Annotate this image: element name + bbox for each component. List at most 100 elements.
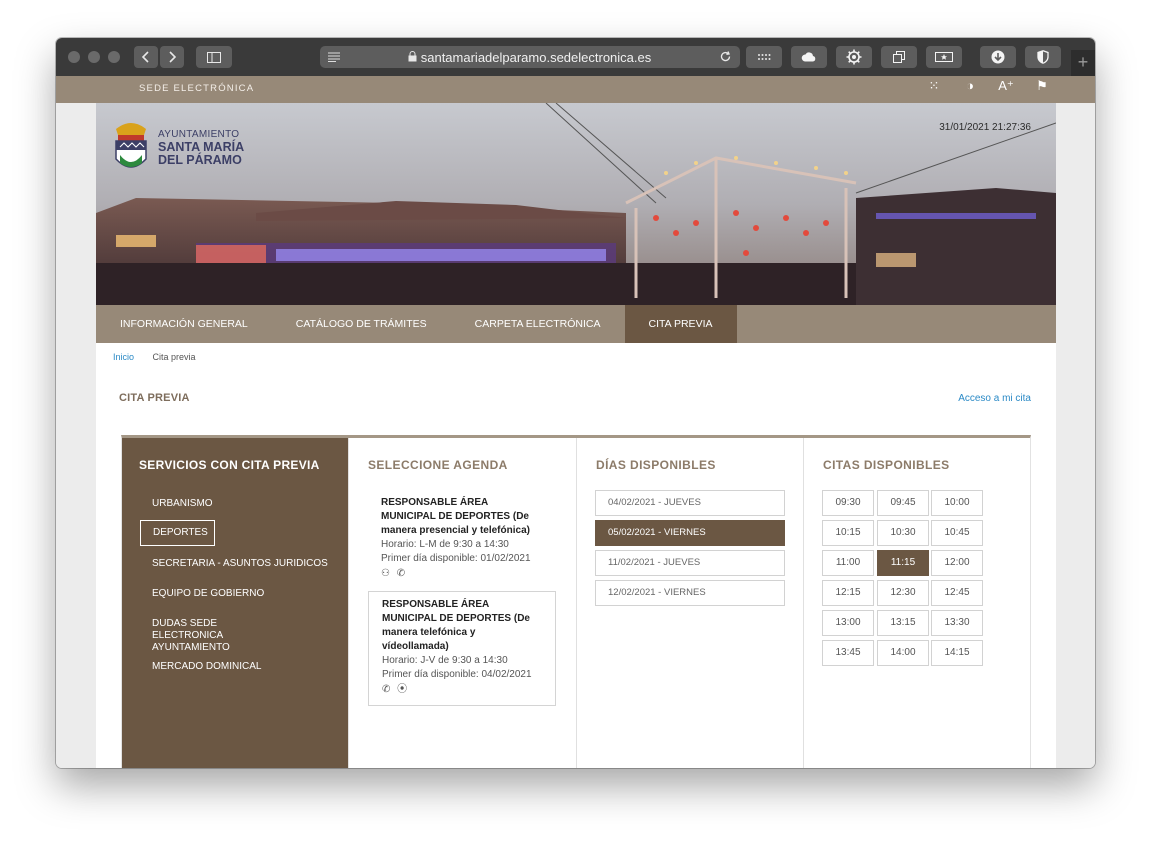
time-slot[interactable]: 13:45 <box>822 640 874 666</box>
day-option[interactable]: 11/02/2021 - JUEVES <box>595 550 785 576</box>
time-slot-selected[interactable]: 11:15 <box>877 550 929 576</box>
accessibility-tools: ⁙ ◑ A⁺ ⚑ <box>925 78 1051 94</box>
time-slot[interactable]: 10:00 <box>931 490 983 516</box>
days-column: DÍAS DISPONIBLES 04/02/2021 - JUEVES 05/… <box>576 438 803 768</box>
day-option-selected[interactable]: 05/02/2021 - VIERNES <box>595 520 785 546</box>
agenda-icons: ✆ ⦿ <box>382 683 543 697</box>
service-item-dudas-sede[interactable]: DUDAS SEDE ELECTRONICA AYUNTAMIENTO <box>140 618 290 654</box>
sidebar-icon <box>207 51 221 63</box>
service-item-deportes[interactable]: DEPORTES <box>140 520 215 546</box>
agenda-card[interactable]: RESPONSABLE ÁREA MUNICIPAL DE DEPORTES (… <box>368 490 556 589</box>
cloud-button[interactable] <box>791 46 827 68</box>
main-navigation: INFORMACIÓN GENERAL CATÁLOGO DE TRÁMITES… <box>96 305 1056 343</box>
nav-item-informacion-general[interactable]: INFORMACIÓN GENERAL <box>96 305 272 343</box>
minimize-window-button[interactable] <box>88 51 100 63</box>
settings-button[interactable] <box>836 46 872 68</box>
time-slot[interactable]: 14:15 <box>931 640 983 666</box>
tabs-overview-button[interactable] <box>881 46 917 68</box>
time-slot[interactable]: 13:00 <box>822 610 874 636</box>
time-slot[interactable]: 09:45 <box>877 490 929 516</box>
browser-toolbar: santamariadelparamo.sedelectronica.es + <box>56 38 1095 76</box>
time-slot[interactable]: 10:45 <box>931 520 983 546</box>
sign-language-icon[interactable]: ⁙ <box>925 78 943 94</box>
contrast-icon[interactable]: ◑ <box>961 78 979 94</box>
slots-column: CITAS DISPONIBLES 09:30 09:45 10:00 10:1… <box>803 438 1032 768</box>
browser-window: santamariadelparamo.sedelectronica.es + … <box>56 38 1095 768</box>
phone-icon: ✆ <box>396 568 406 579</box>
shield-icon <box>1037 50 1049 64</box>
service-item-secretaria[interactable]: SECRETARIA - ASUNTOS JURIDICOS <box>140 558 330 570</box>
time-slot[interactable]: 13:15 <box>877 610 929 636</box>
back-button[interactable] <box>134 46 158 68</box>
download-icon <box>991 50 1005 64</box>
grid-dots-icon <box>758 54 771 60</box>
time-slot[interactable]: 12:45 <box>931 580 983 606</box>
nav-item-catalogo-tramites[interactable]: CATÁLOGO DE TRÁMITES <box>272 305 451 343</box>
extensions-button[interactable] <box>746 46 782 68</box>
services-column: SERVICIOS CON CITA PREVIA URBANISMO DEPO… <box>122 438 348 768</box>
time-slot[interactable]: 10:15 <box>822 520 874 546</box>
agenda-icons: ⚇ ✆ <box>381 567 544 581</box>
flag-icon[interactable]: ⚑ <box>1033 78 1051 94</box>
chevron-right-icon <box>169 51 177 63</box>
agenda-schedule: Horario: J-V de 9:30 a 14:30 <box>382 655 508 666</box>
url-text: santamariadelparamo.sedelectronica.es <box>420 49 652 65</box>
time-slot[interactable]: 12:15 <box>822 580 874 606</box>
gear-icon <box>846 49 862 65</box>
bookmark-button[interactable] <box>926 46 962 68</box>
site-page: AYUNTAMIENTO SANTA MARÍA DEL PÁRAMO 31/0… <box>96 103 1056 768</box>
new-tab-button[interactable]: + <box>1071 50 1095 76</box>
nav-item-carpeta-electronica[interactable]: CARPETA ELECTRÓNICA <box>451 305 625 343</box>
days-title: DÍAS DISPONIBLES <box>596 458 716 472</box>
zoom-window-button[interactable] <box>108 51 120 63</box>
time-slot[interactable]: 12:30 <box>877 580 929 606</box>
time-slot[interactable]: 13:30 <box>931 610 983 636</box>
phone-icon: ✆ <box>382 684 391 695</box>
agenda-name: RESPONSABLE ÁREA MUNICIPAL DE DEPORTES (… <box>381 497 530 536</box>
slots-title: CITAS DISPONIBLES <box>823 458 950 472</box>
agenda-name: RESPONSABLE ÁREA MUNICIPAL DE DEPORTES (… <box>382 599 530 652</box>
agenda-first-day: Primer día disponible: 04/02/2021 <box>382 669 532 680</box>
nav-item-cita-previa[interactable]: CITA PREVIA <box>624 305 737 343</box>
logo-line-3: DEL PÁRAMO <box>158 153 242 167</box>
sede-label: SEDE ELECTRÓNICA <box>139 83 255 94</box>
services-title: SERVICIOS CON CITA PREVIA <box>139 458 320 472</box>
location-icon: ⦿ <box>397 684 408 695</box>
agenda-schedule: Horario: L-M de 9:30 a 14:30 <box>381 539 509 550</box>
shield-button[interactable] <box>1025 46 1061 68</box>
agenda-column: SELECCIONE AGENDA RESPONSABLE ÁREA MUNIC… <box>348 438 576 768</box>
page-title: CITA PREVIA <box>119 392 190 404</box>
sidebar-toggle-button[interactable] <box>196 46 232 68</box>
time-slot[interactable]: 11:00 <box>822 550 874 576</box>
reload-icon[interactable] <box>719 50 732 63</box>
breadcrumb-home-link[interactable]: Inicio <box>113 352 134 362</box>
time-slot[interactable]: 09:30 <box>822 490 874 516</box>
municipality-logo[interactable]: AYUNTAMIENTO SANTA MARÍA DEL PÁRAMO <box>110 119 260 175</box>
close-window-button[interactable] <box>68 51 80 63</box>
page-content: SEDE ELECTRÓNICA ⁙ ◑ A⁺ ⚑ AYUNTAMIENTO S… <box>56 76 1095 768</box>
breadcrumb: Inicio Cita previa <box>113 352 196 362</box>
address-bar[interactable]: santamariadelparamo.sedelectronica.es <box>320 46 740 68</box>
day-option[interactable]: 04/02/2021 - JUEVES <box>595 490 785 516</box>
forward-button[interactable] <box>160 46 184 68</box>
font-size-icon[interactable]: A⁺ <box>997 78 1015 94</box>
in-person-icon: ⚇ <box>381 568 390 579</box>
cloud-icon <box>801 52 816 62</box>
service-item-mercado-dominical[interactable]: MERCADO DOMINICAL <box>140 661 330 673</box>
time-slot[interactable]: 12:00 <box>931 550 983 576</box>
my-appointment-link[interactable]: Acceso a mi cita <box>958 393 1031 404</box>
sede-bar: SEDE ELECTRÓNICA ⁙ ◑ A⁺ ⚑ <box>56 76 1095 103</box>
service-item-urbanismo[interactable]: URBANISMO <box>140 498 330 510</box>
time-slot[interactable]: 10:30 <box>877 520 929 546</box>
agenda-card[interactable]: RESPONSABLE ÁREA MUNICIPAL DE DEPORTES (… <box>368 591 556 706</box>
downloads-button[interactable] <box>980 46 1016 68</box>
hero-banner: AYUNTAMIENTO SANTA MARÍA DEL PÁRAMO 31/0… <box>96 103 1056 305</box>
copy-icon <box>893 51 905 63</box>
time-slot[interactable]: 14:00 <box>877 640 929 666</box>
agenda-title: SELECCIONE AGENDA <box>368 458 508 472</box>
day-option[interactable]: 12/02/2021 - VIERNES <box>595 580 785 606</box>
logo-text: AYUNTAMIENTO SANTA MARÍA DEL PÁRAMO <box>158 128 244 167</box>
service-item-equipo-gobierno[interactable]: EQUIPO DE GOBIERNO <box>140 588 330 600</box>
chevron-left-icon <box>141 51 149 63</box>
agenda-first-day: Primer día disponible: 01/02/2021 <box>381 553 531 564</box>
